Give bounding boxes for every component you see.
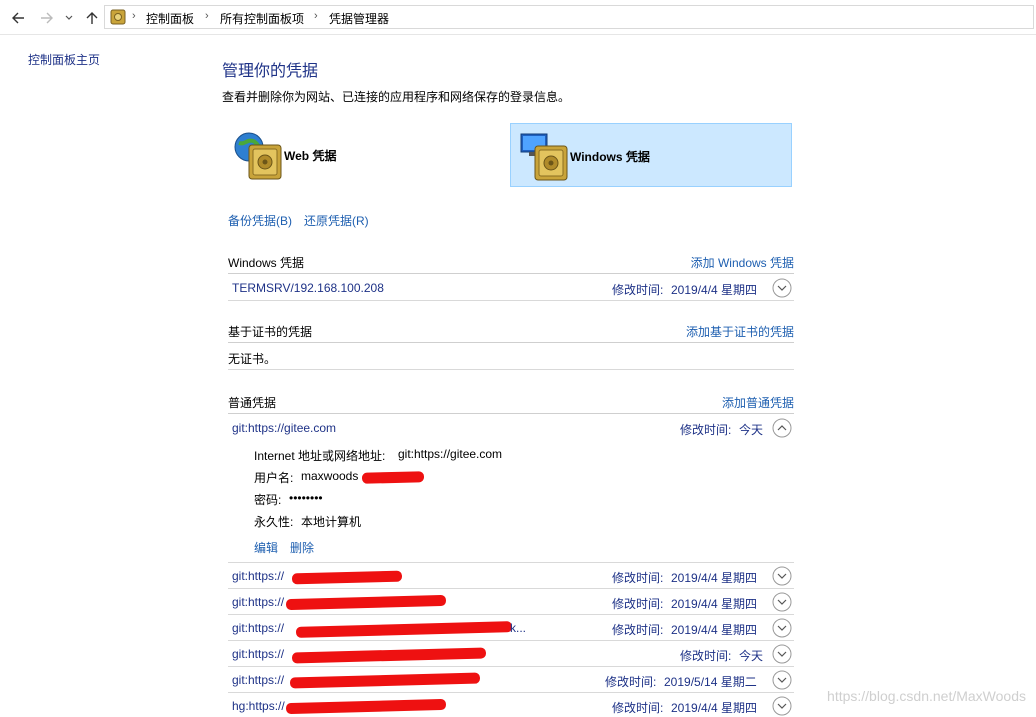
credential-row[interactable]: git:https:// 修改时间: 2019/4/4 星期四 xyxy=(228,563,794,589)
add-generic-credential-link[interactable]: 添加普通凭据 xyxy=(722,394,794,411)
back-button[interactable] xyxy=(8,8,28,28)
credential-name: TERMSRV/192.168.100.208 xyxy=(232,281,384,295)
redaction-mark xyxy=(295,621,513,638)
section-title: 普通凭据 xyxy=(228,396,277,410)
modified-date: 2019/4/4 星期四 xyxy=(671,597,758,611)
modified-date: 今天 xyxy=(739,649,764,663)
modified-label: 修改时间: xyxy=(612,571,664,585)
section-title: 基于证书的凭据 xyxy=(228,325,313,339)
address-label: Internet 地址或网络地址: xyxy=(254,449,386,463)
modified-label: 修改时间: xyxy=(680,649,732,663)
modified-label: 修改时间: xyxy=(612,623,664,637)
breadcrumb-separator-icon: › xyxy=(132,10,136,22)
expand-chevron-icon[interactable] xyxy=(772,592,792,612)
expand-chevron-icon[interactable] xyxy=(772,696,792,716)
add-windows-credential-link[interactable]: 添加 Windows 凭据 xyxy=(691,254,794,271)
page-description: 查看并删除你为网站、已连接的应用程序和网络保存的登录信息。 xyxy=(222,90,571,104)
credential-row[interactable]: git:https:// 修改时间: 2019/4/4 星期四 xyxy=(228,589,794,615)
collapse-chevron-icon[interactable] xyxy=(772,418,792,438)
expand-chevron-icon[interactable] xyxy=(772,566,792,586)
web-credentials-icon xyxy=(234,132,282,180)
control-panel-home-link[interactable]: 控制面板主页 xyxy=(28,51,100,68)
no-certificates-text: 无证书。 xyxy=(228,352,277,366)
credential-name: git:https:// xyxy=(232,621,285,635)
watermark: https://blog.csdn.net/MaxWoods xyxy=(827,688,1026,704)
credential-name: git:https:// xyxy=(232,595,285,609)
section-title: Windows 凭据 xyxy=(228,256,305,270)
credential-row[interactable]: hg:https:// 修改时间: 2019/4/4 星期四 xyxy=(228,693,794,717)
expand-chevron-icon[interactable] xyxy=(772,278,792,298)
persistence-label: 永久性: xyxy=(254,515,294,529)
breadcrumb-credential-manager[interactable]: 凭据管理器 xyxy=(329,10,389,27)
persistence-value: 本地计算机 xyxy=(301,515,362,529)
up-button[interactable] xyxy=(82,8,102,28)
expand-chevron-icon[interactable] xyxy=(772,618,792,638)
credential-row-expanded[interactable]: git:https://gitee.com 修改时间: 今天 Internet … xyxy=(228,415,794,563)
credential-manager-icon xyxy=(110,9,126,25)
credential-name: git:https://gitee.com xyxy=(232,421,337,435)
breadcrumb-separator-icon: › xyxy=(314,10,318,22)
expand-chevron-icon[interactable] xyxy=(772,670,792,690)
modified-label: 修改时间: xyxy=(612,597,664,611)
redaction-mark xyxy=(285,698,447,715)
delete-credential-link[interactable]: 删除 xyxy=(290,539,314,556)
credential-name: git:https:// xyxy=(232,673,285,687)
redaction-mark xyxy=(361,471,425,484)
credential-name-suffix: k... xyxy=(510,621,527,635)
username-value: maxwoods xyxy=(301,469,359,483)
expand-chevron-icon[interactable] xyxy=(772,644,792,664)
redaction-mark xyxy=(289,672,481,689)
credential-name: git:https:// xyxy=(232,647,285,661)
password-label: 密码: xyxy=(254,493,282,507)
modified-label: 修改时间: xyxy=(605,675,657,689)
web-credentials-tile[interactable]: Web 凭据 xyxy=(228,123,510,187)
modified-date: 2019/4/4 星期四 xyxy=(671,571,758,585)
modified-label: 修改时间: xyxy=(612,701,664,715)
restore-credentials-link[interactable]: 还原凭据(R) xyxy=(304,212,369,229)
credential-row[interactable]: git:https:// k... 修改时间: 2019/4/4 星期四 xyxy=(228,615,794,641)
breadcrumb-separator-icon: › xyxy=(205,10,209,22)
add-certificate-credential-link[interactable]: 添加基于证书的凭据 xyxy=(686,323,794,340)
windows-credentials-icon xyxy=(520,133,568,181)
modified-date: 2019/4/4 星期四 xyxy=(671,283,758,297)
modified-date: 2019/5/14 星期二 xyxy=(664,675,757,689)
modified-label: 修改时间: xyxy=(680,423,732,437)
certificate-credentials-header: 基于证书的凭据 添加基于证书的凭据 xyxy=(228,317,794,343)
credential-name: hg:https:// xyxy=(232,699,285,713)
modified-date: 2019/4/4 星期四 xyxy=(671,623,758,637)
web-credentials-label: Web 凭据 xyxy=(284,149,337,163)
modified-label: 修改时间: xyxy=(612,283,664,297)
edit-credential-link[interactable]: 编辑 xyxy=(254,539,278,556)
breadcrumb-control-panel[interactable]: 控制面板 xyxy=(146,10,194,27)
modified-date: 今天 xyxy=(739,423,764,437)
path-box[interactable]: › 控制面板 › 所有控制面板项 › 凭据管理器 xyxy=(104,5,1034,29)
password-value: •••••••• xyxy=(289,491,323,505)
redaction-mark xyxy=(291,647,487,664)
address-value: git:https://gitee.com xyxy=(398,447,503,461)
chevron-down-icon xyxy=(65,15,73,20)
windows-credentials-label: Windows 凭据 xyxy=(570,150,650,164)
recent-locations-button[interactable] xyxy=(62,8,76,28)
empty-certificate-row: 无证书。 xyxy=(228,344,794,370)
back-arrow-icon xyxy=(12,12,24,24)
backup-credentials-link[interactable]: 备份凭据(B) xyxy=(228,212,292,229)
credential-row[interactable]: TERMSRV/192.168.100.208 修改时间: 2019/4/4 星… xyxy=(228,275,794,301)
username-label: 用户名: xyxy=(254,471,294,485)
credential-row[interactable]: git:https:// 修改时间: 2019/5/14 星期二 xyxy=(228,667,794,693)
redaction-mark xyxy=(285,594,447,611)
credential-row[interactable]: git:https:// 修改时间: 今天 xyxy=(228,641,794,667)
modified-date: 2019/4/4 星期四 xyxy=(671,701,758,715)
page-title: 管理你的凭据 xyxy=(222,63,319,80)
windows-credentials-header: Windows 凭据 添加 Windows 凭据 xyxy=(228,248,794,274)
redaction-mark xyxy=(291,570,403,585)
windows-credentials-tile[interactable]: Windows 凭据 xyxy=(510,123,792,187)
up-arrow-icon xyxy=(86,12,98,24)
forward-button[interactable] xyxy=(37,8,57,28)
breadcrumb-all-items[interactable]: 所有控制面板项 xyxy=(220,10,304,27)
address-bar: › 控制面板 › 所有控制面板项 › 凭据管理器 xyxy=(0,0,1036,35)
generic-credentials-header: 普通凭据 添加普通凭据 xyxy=(228,388,794,414)
credential-name: git:https:// xyxy=(232,569,285,583)
forward-arrow-icon xyxy=(41,12,53,24)
